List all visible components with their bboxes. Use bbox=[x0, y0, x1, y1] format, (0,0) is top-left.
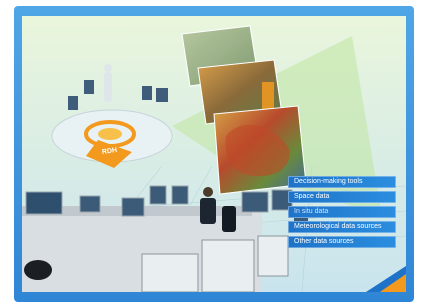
menu-item-decision-making-tools[interactable]: Decision-making tools bbox=[288, 176, 396, 188]
corner-logo-icon bbox=[366, 266, 406, 292]
menu-item-other-data-sources[interactable]: Other data sources bbox=[288, 236, 396, 248]
menu-item-in-situ-data[interactable]: In situ data bbox=[288, 206, 396, 218]
scene-graphic bbox=[22, 16, 406, 292]
menu-item-meteorological-data-sources[interactable]: Meteorological data sources bbox=[288, 221, 396, 233]
menu-item-space-data[interactable]: Space data bbox=[288, 191, 396, 203]
presentation-frame: RDH Decision-making tools Space data In … bbox=[14, 6, 414, 302]
control-room-illustration: RDH Decision-making tools Space data In … bbox=[22, 16, 406, 292]
data-sources-menu: Decision-making tools Space data In situ… bbox=[288, 176, 396, 248]
